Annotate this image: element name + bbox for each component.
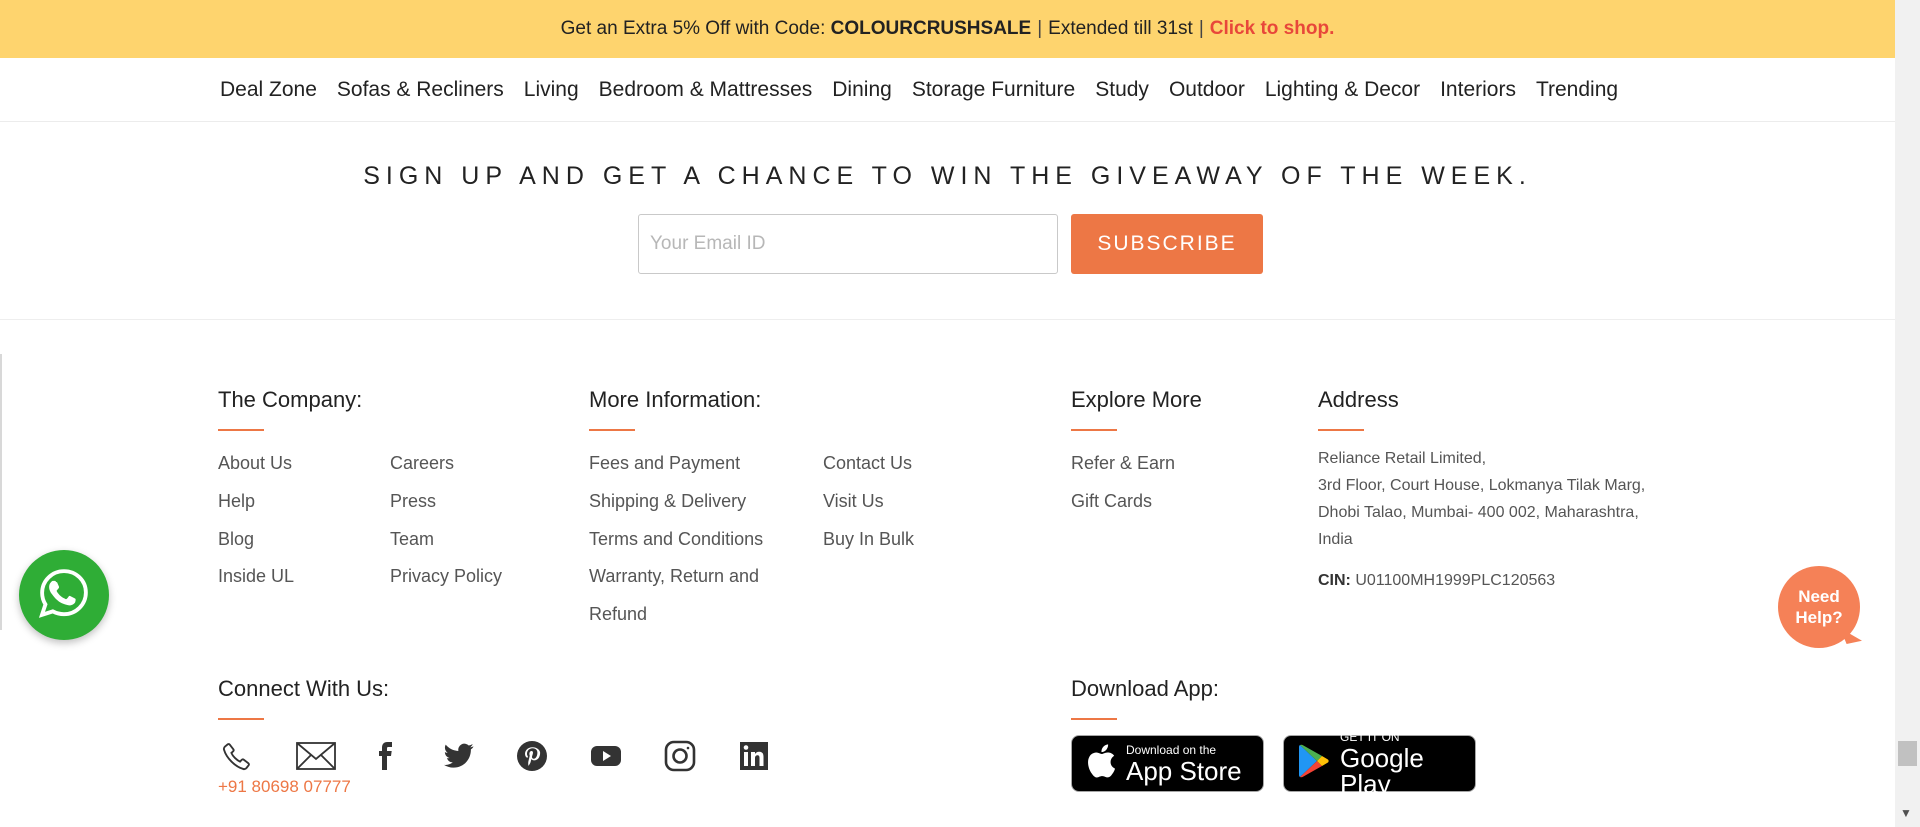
explore-title: Explore More (1071, 387, 1202, 412)
nav-item-sofas-recliners[interactable]: Sofas & Recliners (337, 78, 504, 102)
promo-bar[interactable]: Get an Extra 5% Off with Code: COLOURCRU… (0, 0, 1895, 58)
promo-prefix: Get an Extra 5% Off with Code: (560, 18, 826, 39)
scrollbar-thumb[interactable] (1898, 741, 1917, 766)
link-about-us[interactable]: About Us (218, 453, 292, 474)
link-press[interactable]: Press (390, 491, 436, 512)
link-careers[interactable]: Careers (390, 453, 454, 474)
scroll-down-arrow-icon[interactable]: ▼ (1900, 806, 1912, 820)
explore-underline (1071, 429, 1117, 431)
cin-row: CIN: U01100MH1999PLC120563 (1318, 572, 1555, 590)
instagram-icon[interactable] (662, 738, 698, 774)
promo-separator: | (1037, 18, 1043, 39)
download-title: Download App: (1071, 676, 1219, 701)
linkedin-icon[interactable] (736, 738, 772, 774)
google-play-big-text: Google Play (1340, 742, 1424, 799)
twitter-icon[interactable] (441, 738, 477, 774)
link-team[interactable]: Team (390, 529, 434, 550)
download-underline (1071, 718, 1117, 720)
whatsapp-icon (36, 565, 92, 626)
google-play-icon (1298, 743, 1330, 784)
app-store-badge[interactable]: Download on the App Store (1071, 735, 1264, 792)
link-fees-payment[interactable]: Fees and Payment (589, 453, 740, 474)
phone-number[interactable]: +91 80698 07777 (218, 777, 351, 797)
google-play-small-text: GET IT ON (1340, 729, 1400, 744)
nav-item-bedroom-mattresses[interactable]: Bedroom & Mattresses (599, 78, 813, 102)
company-underline (218, 429, 264, 431)
promo-separator-2: | (1198, 18, 1204, 39)
promo-cta-link[interactable]: Click to shop. (1210, 18, 1335, 40)
newsletter-signup: SIGN UP AND GET A CHANCE TO WIN THE GIVE… (0, 122, 1895, 320)
scrollbar-track[interactable] (1895, 0, 1920, 827)
pinterest-icon[interactable] (514, 738, 550, 774)
email-icon[interactable] (295, 738, 337, 774)
address-block: Reliance Retail Limited, 3rd Floor, Cour… (1318, 445, 1645, 553)
address-line: Dhobi Talao, Mumbai- 400 002, Maharashtr… (1318, 504, 1639, 521)
promo-extended: Extended till 31st (1048, 18, 1193, 39)
link-help[interactable]: Help (218, 491, 255, 512)
left-edge-divider (0, 354, 2, 630)
address-line: 3rd Floor, Court House, Lokmanya Tilak M… (1318, 477, 1646, 494)
email-input[interactable] (638, 214, 1058, 274)
need-help-button[interactable]: Need Help? (1778, 566, 1860, 648)
address-line: India (1318, 531, 1353, 548)
link-refund[interactable]: Refund (589, 604, 647, 625)
address-line: Reliance Retail Limited, (1318, 450, 1487, 467)
address-underline (1318, 429, 1364, 431)
link-visit-us[interactable]: Visit Us (823, 491, 884, 512)
nav-item-lighting-decor[interactable]: Lighting & Decor (1265, 78, 1420, 102)
link-inside-ul[interactable]: Inside UL (218, 566, 294, 587)
promo-code: COLOURCRUSHSALE (830, 18, 1032, 39)
link-refer-earn[interactable]: Refer & Earn (1071, 453, 1175, 474)
link-terms-conditions[interactable]: Terms and Conditions (589, 529, 763, 550)
facebook-icon[interactable] (367, 738, 403, 774)
nav-item-trending[interactable]: Trending (1536, 78, 1618, 102)
link-gift-cards[interactable]: Gift Cards (1071, 491, 1152, 512)
link-privacy-policy[interactable]: Privacy Policy (390, 566, 502, 587)
nav-item-outdoor[interactable]: Outdoor (1169, 78, 1245, 102)
whatsapp-button[interactable] (19, 550, 109, 640)
subscribe-button[interactable]: SUBSCRIBE (1071, 214, 1263, 274)
google-play-badge[interactable]: GET IT ON Google Play (1283, 731, 1476, 797)
signup-title: SIGN UP AND GET A CHANCE TO WIN THE GIVE… (363, 162, 1532, 190)
more-info-title: More Information: (589, 387, 762, 412)
nav-item-dining[interactable]: Dining (832, 78, 892, 102)
nav-item-storage-furniture[interactable]: Storage Furniture (912, 78, 1075, 102)
nav-item-study[interactable]: Study (1095, 78, 1149, 102)
main-nav: Deal Zone Sofas & Recliners Living Bedro… (0, 58, 1895, 122)
app-store-small-text: Download on the (1126, 742, 1217, 757)
nav-item-interiors[interactable]: Interiors (1440, 78, 1516, 102)
phone-icon[interactable] (219, 738, 255, 774)
youtube-icon[interactable] (588, 738, 624, 774)
address-title: Address (1318, 387, 1399, 412)
link-warranty-return[interactable]: Warranty, Return and (589, 566, 759, 587)
app-store-big-text: App Store (1126, 755, 1242, 786)
link-buy-in-bulk[interactable]: Buy In Bulk (823, 529, 914, 550)
company-title: The Company: (218, 387, 363, 412)
more-info-underline (589, 429, 635, 431)
nav-item-living[interactable]: Living (524, 78, 579, 102)
nav-item-deal-zone[interactable]: Deal Zone (220, 78, 317, 102)
apple-icon (1086, 743, 1116, 784)
cin-value: U01100MH1999PLC120563 (1355, 572, 1556, 589)
link-blog[interactable]: Blog (218, 529, 254, 550)
cin-label: CIN: (1318, 572, 1351, 589)
connect-underline (218, 718, 264, 720)
link-shipping-delivery[interactable]: Shipping & Delivery (589, 491, 746, 512)
link-contact-us[interactable]: Contact Us (823, 453, 912, 474)
connect-title: Connect With Us: (218, 676, 390, 701)
